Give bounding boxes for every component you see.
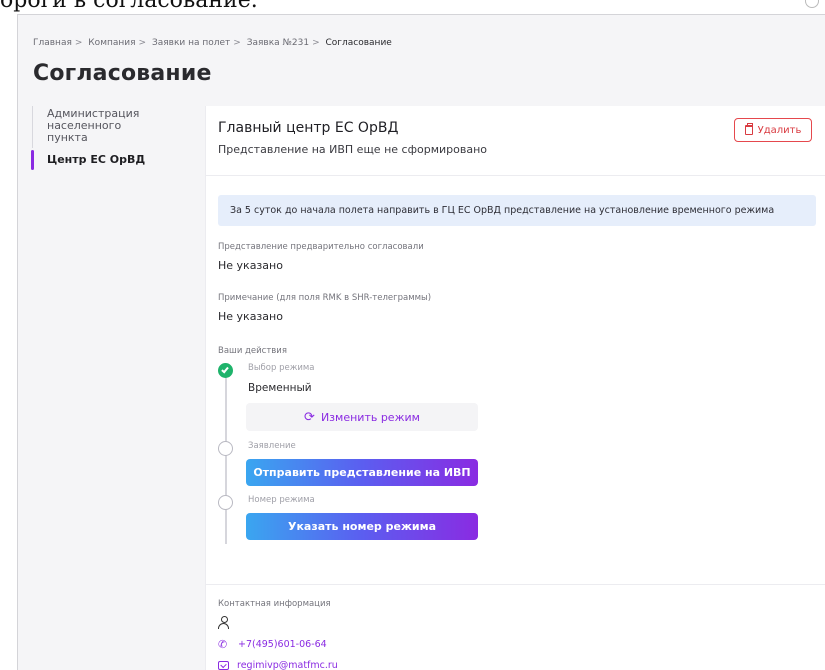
- divider: [206, 584, 825, 585]
- set-mode-number-button[interactable]: Указать номер режима: [246, 513, 478, 540]
- phone-icon: ✆: [218, 638, 228, 651]
- breadcrumb-separator: >: [312, 38, 320, 48]
- delete-button[interactable]: Удалить: [734, 118, 812, 142]
- email-link[interactable]: regimivp@matfmc.ru: [237, 660, 338, 670]
- breadcrumb: Главная > Компания > Заявки на полет > Заяв…: [33, 38, 394, 48]
- app-screen: Главная > Компания > Заявки на полет > Заяв…: [17, 14, 825, 670]
- sidebar-item-orvd-center[interactable]: Центр ЕС ОрВД: [31, 150, 202, 170]
- phone-link[interactable]: +7(495)601-06-64: [238, 639, 327, 650]
- info-banner: За 5 суток до начала полета направить в …: [218, 195, 816, 226]
- contact-phone[interactable]: ✆ +7(495)601-06-64: [218, 639, 327, 650]
- send-representation-button[interactable]: Отправить представление на ИВП: [246, 459, 478, 486]
- breadcrumb-separator: >: [138, 38, 147, 48]
- actions-timeline: Выбор режима Временный ⟳ Изменить режим …: [218, 356, 498, 546]
- mail-icon: [218, 661, 229, 670]
- breadcrumb-current: Согласование: [325, 38, 392, 48]
- note-label: Примечание (для поля RMK в SHR-телеграмм…: [218, 293, 432, 303]
- pre-agreed-label: Представление предварительно согласовали: [218, 242, 424, 252]
- card-subtitle: Представление на ИВП еще не сформировано: [218, 143, 488, 156]
- document-caption: ороги в согласование.: [0, 0, 258, 12]
- sidebar: Администрация населенного пункта Центр Е…: [31, 106, 202, 176]
- refresh-icon: ⟳: [304, 409, 315, 425]
- change-mode-label: Изменить режим: [320, 410, 420, 424]
- person-icon: [218, 616, 230, 630]
- page-title: Согласование: [33, 61, 212, 86]
- sidebar-item-administration[interactable]: Администрация населенного пункта: [32, 106, 152, 148]
- breadcrumb-item-home[interactable]: Главная: [33, 38, 72, 48]
- check-icon: [218, 363, 233, 378]
- step-number-label: Номер режима: [248, 495, 315, 505]
- approval-card: Главный центр ЕС ОрВД Представление на И…: [205, 106, 825, 670]
- change-mode-button[interactable]: ⟳ Изменить режим: [246, 403, 478, 431]
- trash-icon: [744, 123, 753, 135]
- step-pending-circle-icon: [218, 495, 233, 510]
- breadcrumb-item-request[interactable]: Заявка №231: [247, 38, 309, 48]
- step-statement-label: Заявление: [248, 441, 296, 451]
- step-mode-label: Выбор режима: [248, 363, 315, 373]
- step-pending-circle-icon: [218, 441, 233, 456]
- pre-agreed-value: Не указано: [218, 259, 283, 272]
- contacts-label: Контактная информация: [218, 599, 331, 609]
- divider: [206, 175, 825, 176]
- corner-circle-icon: [805, 0, 819, 8]
- card-title: Главный центр ЕС ОрВД: [218, 120, 399, 136]
- breadcrumb-separator: >: [233, 38, 241, 48]
- breadcrumb-item-flight-requests[interactable]: Заявки на полет: [152, 38, 230, 48]
- breadcrumb-separator: >: [74, 38, 83, 48]
- delete-button-label: Удалить: [757, 124, 802, 136]
- actions-label: Ваши действия: [218, 346, 287, 356]
- step-mode-value: Временный: [248, 382, 312, 394]
- breadcrumb-item-company[interactable]: Компания: [88, 38, 135, 48]
- contact-email[interactable]: regimivp@matfmc.ru: [218, 660, 338, 670]
- note-value: Не указано: [218, 310, 283, 323]
